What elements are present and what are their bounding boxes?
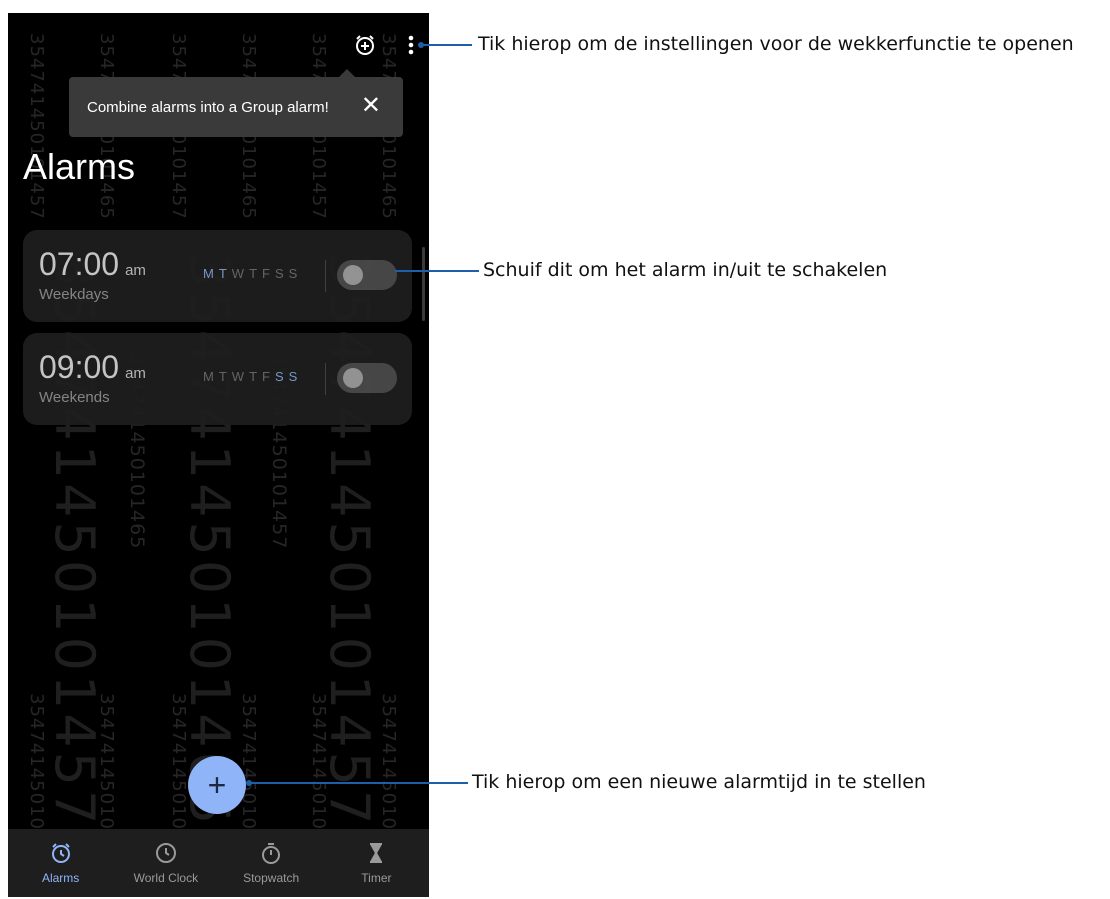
add-alarm-icon <box>356 35 374 55</box>
top-action-bar <box>353 33 415 57</box>
callout-add: Tik hierop om een nieuwe alarmtijd in te… <box>472 771 926 793</box>
callout-leader <box>250 782 468 784</box>
callout-toggle: Schuif dit om het alarm in/uit te schake… <box>483 259 888 281</box>
clock-icon <box>155 843 176 863</box>
tab-timer[interactable]: Timer <box>324 829 429 897</box>
toggle-knob <box>343 265 363 285</box>
divider <box>325 363 326 395</box>
day-label: W <box>231 369 250 384</box>
alarm-icon <box>51 843 70 863</box>
tooltip-arrow <box>339 69 355 77</box>
tab-stopwatch[interactable]: Stopwatch <box>219 829 324 897</box>
group-alarm-tooltip: Combine alarms into a Group alarm! ✕ <box>69 69 403 137</box>
add-alarm-button[interactable]: + <box>188 756 246 814</box>
day-label: T <box>218 369 232 384</box>
bottom-navigation: Alarms World Clock Stopwatch Timer <box>8 829 429 897</box>
day-label: T <box>249 369 263 384</box>
alarm-card[interactable]: 09:00 am Weekends MTWTFSS <box>23 333 412 425</box>
tab-label: Stopwatch <box>243 871 300 885</box>
alarm-time-value: 07:00 <box>39 246 120 282</box>
tooltip-text: Combine alarms into a Group alarm! <box>87 98 329 116</box>
tab-label: World Clock <box>133 871 199 885</box>
toggle-knob <box>343 368 363 388</box>
alarm-time-value: 09:00 <box>39 349 120 385</box>
alarm-time: 09:00 am <box>39 349 146 386</box>
day-label: T <box>249 266 263 281</box>
day-label: S <box>274 266 289 281</box>
alarm-repeat-days: MTWTFSS <box>203 369 302 384</box>
close-icon[interactable]: ✕ <box>361 94 381 118</box>
day-label: S <box>288 369 303 384</box>
alarm-toggle[interactable] <box>337 363 397 393</box>
alarm-ampm: am <box>125 365 146 382</box>
tab-label: Timer <box>361 871 392 885</box>
alarm-time: 07:00 am <box>39 246 146 283</box>
alarm-label: Weekdays <box>39 286 109 303</box>
alarm-repeat-days: MTWTFSS <box>203 266 302 281</box>
page-title: Alarms <box>23 146 136 187</box>
day-label: W <box>231 266 250 281</box>
watermark-text: 354741450101457 <box>26 33 47 220</box>
alarm-label: Weekends <box>39 389 110 406</box>
day-label: M <box>203 369 219 384</box>
more-vert-icon <box>408 35 414 55</box>
day-label: F <box>262 266 275 281</box>
group-alarm-button[interactable] <box>353 33 377 57</box>
tab-world-clock[interactable]: World Clock <box>113 829 218 897</box>
day-label: M <box>203 266 219 281</box>
tab-label: Alarms <box>41 871 80 885</box>
hourglass-icon <box>370 843 383 863</box>
day-label: S <box>274 369 289 384</box>
more-options-button[interactable] <box>407 33 415 57</box>
callout-settings: Tik hierop om de instellingen voor de we… <box>478 33 1074 55</box>
day-label: T <box>218 266 232 281</box>
tab-alarms[interactable]: Alarms <box>8 829 113 897</box>
alarm-card[interactable]: 07:00 am Weekdays MTWTFSS <box>23 230 412 322</box>
alarm-ampm: am <box>125 262 146 279</box>
divider <box>325 260 326 292</box>
day-label: S <box>288 266 303 281</box>
callout-leader <box>395 270 479 272</box>
alarm-toggle[interactable] <box>337 260 397 290</box>
stopwatch-icon <box>262 843 281 864</box>
callout-leader <box>422 44 472 46</box>
clock-app-screen: 354741450101457 354741450101465 35474145… <box>8 13 429 897</box>
scrollbar[interactable] <box>422 247 425 321</box>
day-label: F <box>262 369 275 384</box>
